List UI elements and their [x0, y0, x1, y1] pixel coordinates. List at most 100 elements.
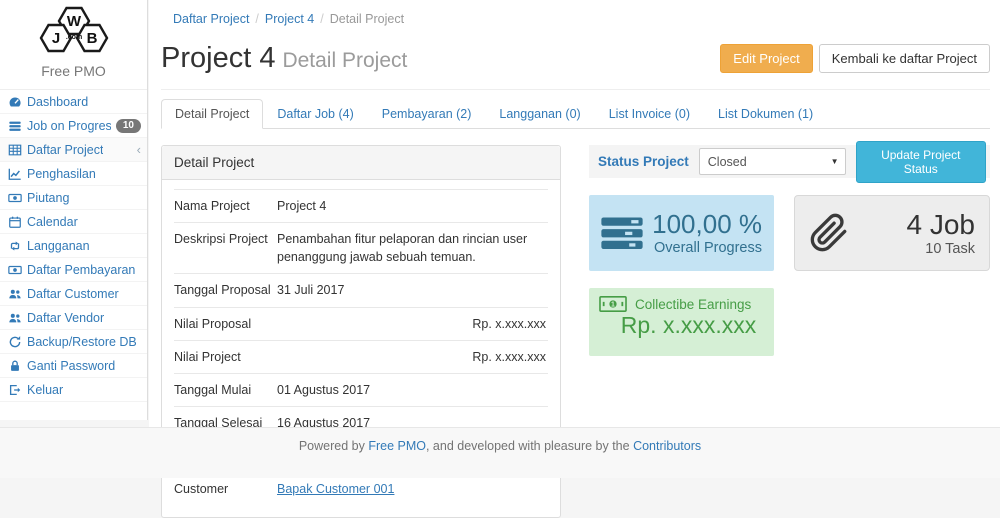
tab-bar: Detail Project Daftar Job (4) Pembayaran…: [161, 99, 990, 129]
breadcrumb: Daftar Project/Project 4/Detail Project: [161, 12, 990, 26]
page-title-text: Project 4: [161, 42, 275, 74]
status-project-label: Status Project: [598, 154, 689, 169]
svg-text:J: J: [51, 30, 59, 47]
paperclip-icon: [809, 213, 849, 253]
row-label: Tanggal Mulai: [174, 373, 277, 406]
line-chart-icon: [7, 166, 22, 181]
sidebar-item-label: Daftar Customer: [27, 287, 119, 301]
footer-text-prefix: Powered by: [299, 439, 368, 453]
table-row: Tanggal Proposal 31 Juli 2017: [174, 274, 548, 307]
sidebar-item-label: Keluar: [27, 383, 63, 397]
users-icon: [7, 310, 22, 325]
row-label: Nilai Proposal: [174, 307, 277, 340]
update-status-button[interactable]: Update Project Status: [856, 141, 986, 183]
sidebar-item-calendar[interactable]: Calendar: [0, 210, 147, 234]
main-content: Daftar Project/Project 4/Detail Project …: [149, 0, 1000, 427]
sidebar-item-daftar-pembayaran[interactable]: Daftar Pembayaran: [0, 258, 147, 282]
row-value: Penambahan fitur pelaporan dan rincian u…: [277, 223, 548, 274]
edit-project-button[interactable]: Edit Project: [720, 44, 812, 73]
sidebar-item-label: Calendar: [27, 215, 78, 229]
row-label: Nama Project: [174, 190, 277, 223]
row-value: Rp. x.xxx.xxx: [277, 307, 548, 340]
customer-link[interactable]: Bapak Customer 001: [277, 482, 394, 496]
sidebar-item-label: Ganti Password: [27, 359, 115, 373]
footer: Powered by Free PMO, and developed with …: [0, 427, 1000, 478]
row-value: 01 Agustus 2017: [277, 373, 548, 406]
sidebar-item-label: Daftar Project: [27, 143, 103, 157]
sidebar-item-penghasilan[interactable]: Penghasilan: [0, 162, 147, 186]
chevron-left-icon: ‹: [137, 143, 141, 156]
tab-pembayaran[interactable]: Pembayaran (2): [368, 99, 486, 129]
sidebar-item-label: Penghasilan: [27, 167, 96, 181]
task-count-label: 10 Task: [849, 241, 975, 257]
breadcrumb-separator: /: [249, 12, 264, 26]
job-count-card: 4 Job 10 Task: [794, 195, 990, 271]
table-row: Nama Project Project 4: [174, 190, 548, 223]
earnings-value: Rp. x.xxx.xxx: [599, 312, 764, 340]
sidebar-item-label: Dashboard: [27, 95, 88, 109]
sidebar-item-daftar-vendor[interactable]: Daftar Vendor: [0, 306, 147, 330]
sidebar-item-label: Job on Progress: [27, 119, 111, 133]
status-select[interactable]: Closed: [699, 148, 846, 175]
sidebar: W J B .com Free PMO Dashboard Job on Pro…: [0, 0, 148, 420]
page-header: Project 4 Detail Project Edit Project Kem…: [161, 42, 990, 75]
row-value: Project 4: [277, 190, 548, 223]
svg-text:W: W: [66, 13, 81, 30]
header-divider: [161, 89, 990, 90]
job-count-value: 4 Job: [849, 209, 975, 241]
breadcrumb-project-4[interactable]: Project 4: [265, 12, 314, 26]
sign-out-icon: [7, 382, 22, 397]
sidebar-item-job-on-progress[interactable]: Job on Progress 10: [0, 114, 147, 138]
sidebar-item-label: Backup/Restore DB: [27, 335, 137, 349]
sidebar-nav: Dashboard Job on Progress 10 Daftar Proj…: [0, 90, 147, 402]
back-to-list-button[interactable]: Kembali ke daftar Project: [819, 44, 990, 73]
tab-detail-project[interactable]: Detail Project: [161, 99, 263, 129]
breadcrumb-current: Detail Project: [330, 12, 404, 26]
sidebar-item-daftar-customer[interactable]: Daftar Customer: [0, 282, 147, 306]
tab-list-dokumen[interactable]: List Dokumen (1): [704, 99, 827, 129]
sidebar-item-label: Daftar Vendor: [27, 311, 104, 325]
svg-text:.com: .com: [65, 34, 81, 41]
status-project-bar: Status Project Closed ▼ Update Project S…: [589, 145, 990, 178]
table-row: Deskripsi Project Penambahan fitur pelap…: [174, 223, 548, 274]
tab-langganan[interactable]: Langganan (0): [485, 99, 594, 129]
svg-text:B: B: [86, 30, 97, 47]
progress-label: Overall Progress: [643, 240, 762, 256]
row-label: Tanggal Proposal: [174, 274, 277, 307]
contributors-link[interactable]: Contributors: [633, 439, 701, 453]
money-icon: [7, 262, 22, 277]
row-value: 31 Juli 2017: [277, 274, 548, 307]
sidebar-item-dashboard[interactable]: Dashboard: [0, 90, 147, 114]
collectible-earnings-card: 1 Collectibe Earnings Rp. x.xxx.xxx: [589, 288, 774, 356]
page-subtitle: Detail Project: [282, 49, 407, 72]
earnings-label: Collectibe Earnings: [635, 297, 751, 312]
users-icon: [7, 286, 22, 301]
sidebar-item-keluar[interactable]: Keluar: [0, 378, 147, 402]
sidebar-item-daftar-project[interactable]: Daftar Project ‹: [0, 138, 147, 162]
sidebar-item-langganan[interactable]: Langganan: [0, 234, 147, 258]
brand-logo[interactable]: W J B .com: [0, 0, 147, 59]
tab-list-invoice[interactable]: List Invoice (0): [595, 99, 704, 129]
sidebar-item-ganti-password[interactable]: Ganti Password: [0, 354, 147, 378]
refresh-icon: [7, 334, 22, 349]
sidebar-item-piutang[interactable]: Piutang: [0, 186, 147, 210]
progress-value: 100,00 %: [643, 210, 762, 240]
lock-icon: [7, 358, 22, 373]
sidebar-item-label: Piutang: [27, 191, 69, 205]
table-row: Nilai Proposal Rp. x.xxx.xxx: [174, 307, 548, 340]
breadcrumb-daftar-project[interactable]: Daftar Project: [173, 12, 249, 26]
table-row: Nilai Project Rp. x.xxx.xxx: [174, 340, 548, 373]
panel-title: Detail Project: [162, 146, 560, 180]
jwb-logo-icon: W J B .com: [28, 6, 120, 56]
sidebar-item-label: Langganan: [27, 239, 90, 253]
money-icon: [7, 190, 22, 205]
overall-progress-card: 100,00 % Overall Progress: [589, 195, 774, 271]
free-pmo-link[interactable]: Free PMO: [368, 439, 426, 453]
sidebar-item-backup-restore[interactable]: Backup/Restore DB: [0, 330, 147, 354]
status-select-wrap: Closed ▼: [699, 148, 846, 175]
banknote-icon: 1: [599, 296, 627, 312]
calendar-icon: [7, 214, 22, 229]
svg-text:1: 1: [611, 301, 615, 308]
tab-daftar-job[interactable]: Daftar Job (4): [263, 99, 367, 129]
table-icon: [7, 142, 22, 157]
